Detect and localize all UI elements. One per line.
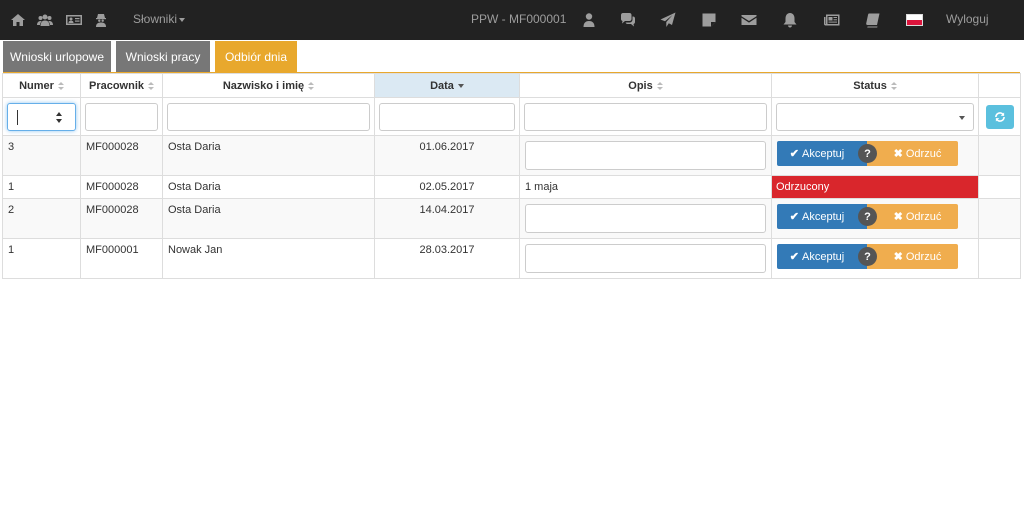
help-icon[interactable]: ? — [858, 144, 877, 163]
check-icon: ✔ — [789, 148, 799, 160]
user-label: PPW - MF000001 — [471, 12, 567, 26]
description-input[interactable] — [525, 244, 766, 273]
cell-data: 02.05.2017 — [374, 175, 520, 199]
newspaper-icon[interactable] — [823, 11, 841, 29]
polish-flag-icon[interactable] — [906, 14, 923, 26]
select-arrow-icon — [959, 115, 965, 120]
status-actions: ✔ Akceptuj ✖ Odrzuć ? — [777, 204, 958, 229]
user-icon[interactable] — [580, 11, 598, 29]
requests-table: Numer Pracownik Nazwisko i imię Data Opi… — [2, 73, 1021, 279]
column-header-opis[interactable]: Opis — [519, 73, 772, 98]
table-row: 3 MF000028 Osta Daria 01.06.2017 ✔ Akcept… — [2, 135, 1021, 176]
number-spinner-icon[interactable] — [56, 111, 63, 124]
refresh-icon — [995, 111, 1005, 122]
envelope-icon[interactable] — [740, 11, 758, 29]
logout-link[interactable]: Wyloguj — [946, 12, 989, 26]
cell-numer: 1 — [2, 238, 81, 279]
column-header-status[interactable]: Status — [771, 73, 979, 98]
status-badge: Odrzucony — [771, 175, 979, 199]
cell-pracownik: MF000001 — [80, 238, 163, 279]
reject-button[interactable]: ✖ Odrzuć — [867, 141, 958, 166]
sort-icon — [308, 81, 315, 90]
refresh-button[interactable] — [986, 104, 1014, 129]
book-icon[interactable] — [864, 11, 882, 29]
tab-work-requests[interactable]: Wnioski pracy — [116, 41, 210, 72]
reject-button[interactable]: ✖ Odrzuć — [867, 204, 958, 229]
filter-numer-input[interactable] — [7, 102, 76, 131]
tab-day-off-collection[interactable]: Odbiór dnia — [215, 41, 297, 72]
column-header-data[interactable]: Data — [374, 73, 520, 98]
table-row: 1 MF000028 Osta Daria 02.05.2017 1 maja … — [2, 175, 1021, 199]
sort-desc-icon — [457, 83, 464, 88]
times-icon: ✖ — [893, 148, 903, 160]
status-actions: ✔ Akceptuj ✖ Odrzuć ? — [777, 141, 958, 166]
cell-nazwisko: Osta Daria — [162, 135, 375, 176]
times-icon: ✖ — [893, 211, 903, 223]
send-icon[interactable] — [659, 11, 677, 29]
description-input[interactable] — [525, 141, 766, 170]
column-header-pracownik[interactable]: Pracownik — [80, 73, 163, 98]
filter-opis-input[interactable] — [524, 102, 767, 131]
tab-leave-requests[interactable]: Wnioski urlopowe — [3, 41, 111, 72]
cell-data: 28.03.2017 — [374, 238, 520, 279]
table-row: 2 MF000028 Osta Daria 14.04.2017 ✔ Akcept… — [2, 198, 1021, 239]
cell-data: 14.04.2017 — [374, 198, 520, 239]
sort-icon — [890, 81, 897, 90]
cell-nazwisko: Osta Daria — [162, 175, 375, 199]
accept-button[interactable]: ✔ Akceptuj — [777, 141, 867, 166]
caret-down-icon — [179, 17, 186, 22]
cell-data: 01.06.2017 — [374, 135, 520, 176]
filter-nazwisko-input[interactable] — [167, 102, 370, 131]
column-header-numer[interactable]: Numer — [2, 73, 81, 98]
column-header-actions — [978, 73, 1021, 98]
sort-icon — [148, 81, 155, 90]
cell-pracownik: MF000028 — [80, 135, 163, 176]
check-icon: ✔ — [789, 211, 799, 223]
cell-nazwisko: Nowak Jan — [162, 238, 375, 279]
table-row: 1 MF000001 Nowak Jan 28.03.2017 ✔ Akceptu… — [2, 238, 1021, 279]
sort-icon — [57, 81, 64, 90]
cell-opis: 1 maja — [519, 175, 772, 199]
reject-button[interactable]: ✖ Odrzuć — [867, 244, 958, 269]
filter-status-select[interactable] — [776, 102, 974, 131]
cell-nazwisko: Osta Daria — [162, 198, 375, 239]
dictionaries-dropdown[interactable]: Słowniki — [133, 12, 186, 26]
filter-data-input[interactable] — [379, 102, 515, 131]
cell-numer: 2 — [2, 198, 81, 239]
check-icon: ✔ — [789, 251, 799, 263]
filter-row — [2, 97, 1021, 136]
bell-icon[interactable] — [781, 11, 799, 29]
top-navbar: Słowniki PPW - MF000001 Wyloguj — [0, 0, 1024, 40]
table-header-row: Numer Pracownik Nazwisko i imię Data Opi… — [2, 73, 1021, 98]
users-icon[interactable] — [36, 11, 54, 29]
accept-button[interactable]: ✔ Akceptuj — [777, 204, 867, 229]
description-input[interactable] — [525, 204, 766, 233]
id-card-icon[interactable] — [65, 11, 83, 29]
help-icon[interactable]: ? — [858, 247, 877, 266]
cell-numer: 1 — [2, 175, 81, 199]
accept-button[interactable]: ✔ Akceptuj — [777, 244, 867, 269]
sticky-note-icon[interactable] — [700, 11, 718, 29]
times-icon: ✖ — [893, 251, 903, 263]
cell-pracownik: MF000028 — [80, 198, 163, 239]
cell-pracownik: MF000028 — [80, 175, 163, 199]
help-icon[interactable]: ? — [858, 207, 877, 226]
user-secret-icon[interactable] — [92, 11, 110, 29]
comments-icon[interactable] — [619, 11, 637, 29]
cell-numer: 3 — [2, 135, 81, 176]
status-actions: ✔ Akceptuj ✖ Odrzuć ? — [777, 244, 958, 269]
sort-icon — [656, 81, 663, 90]
filter-pracownik-input[interactable] — [85, 102, 158, 131]
home-icon[interactable] — [9, 11, 27, 29]
column-header-nazwisko[interactable]: Nazwisko i imię — [162, 73, 375, 98]
